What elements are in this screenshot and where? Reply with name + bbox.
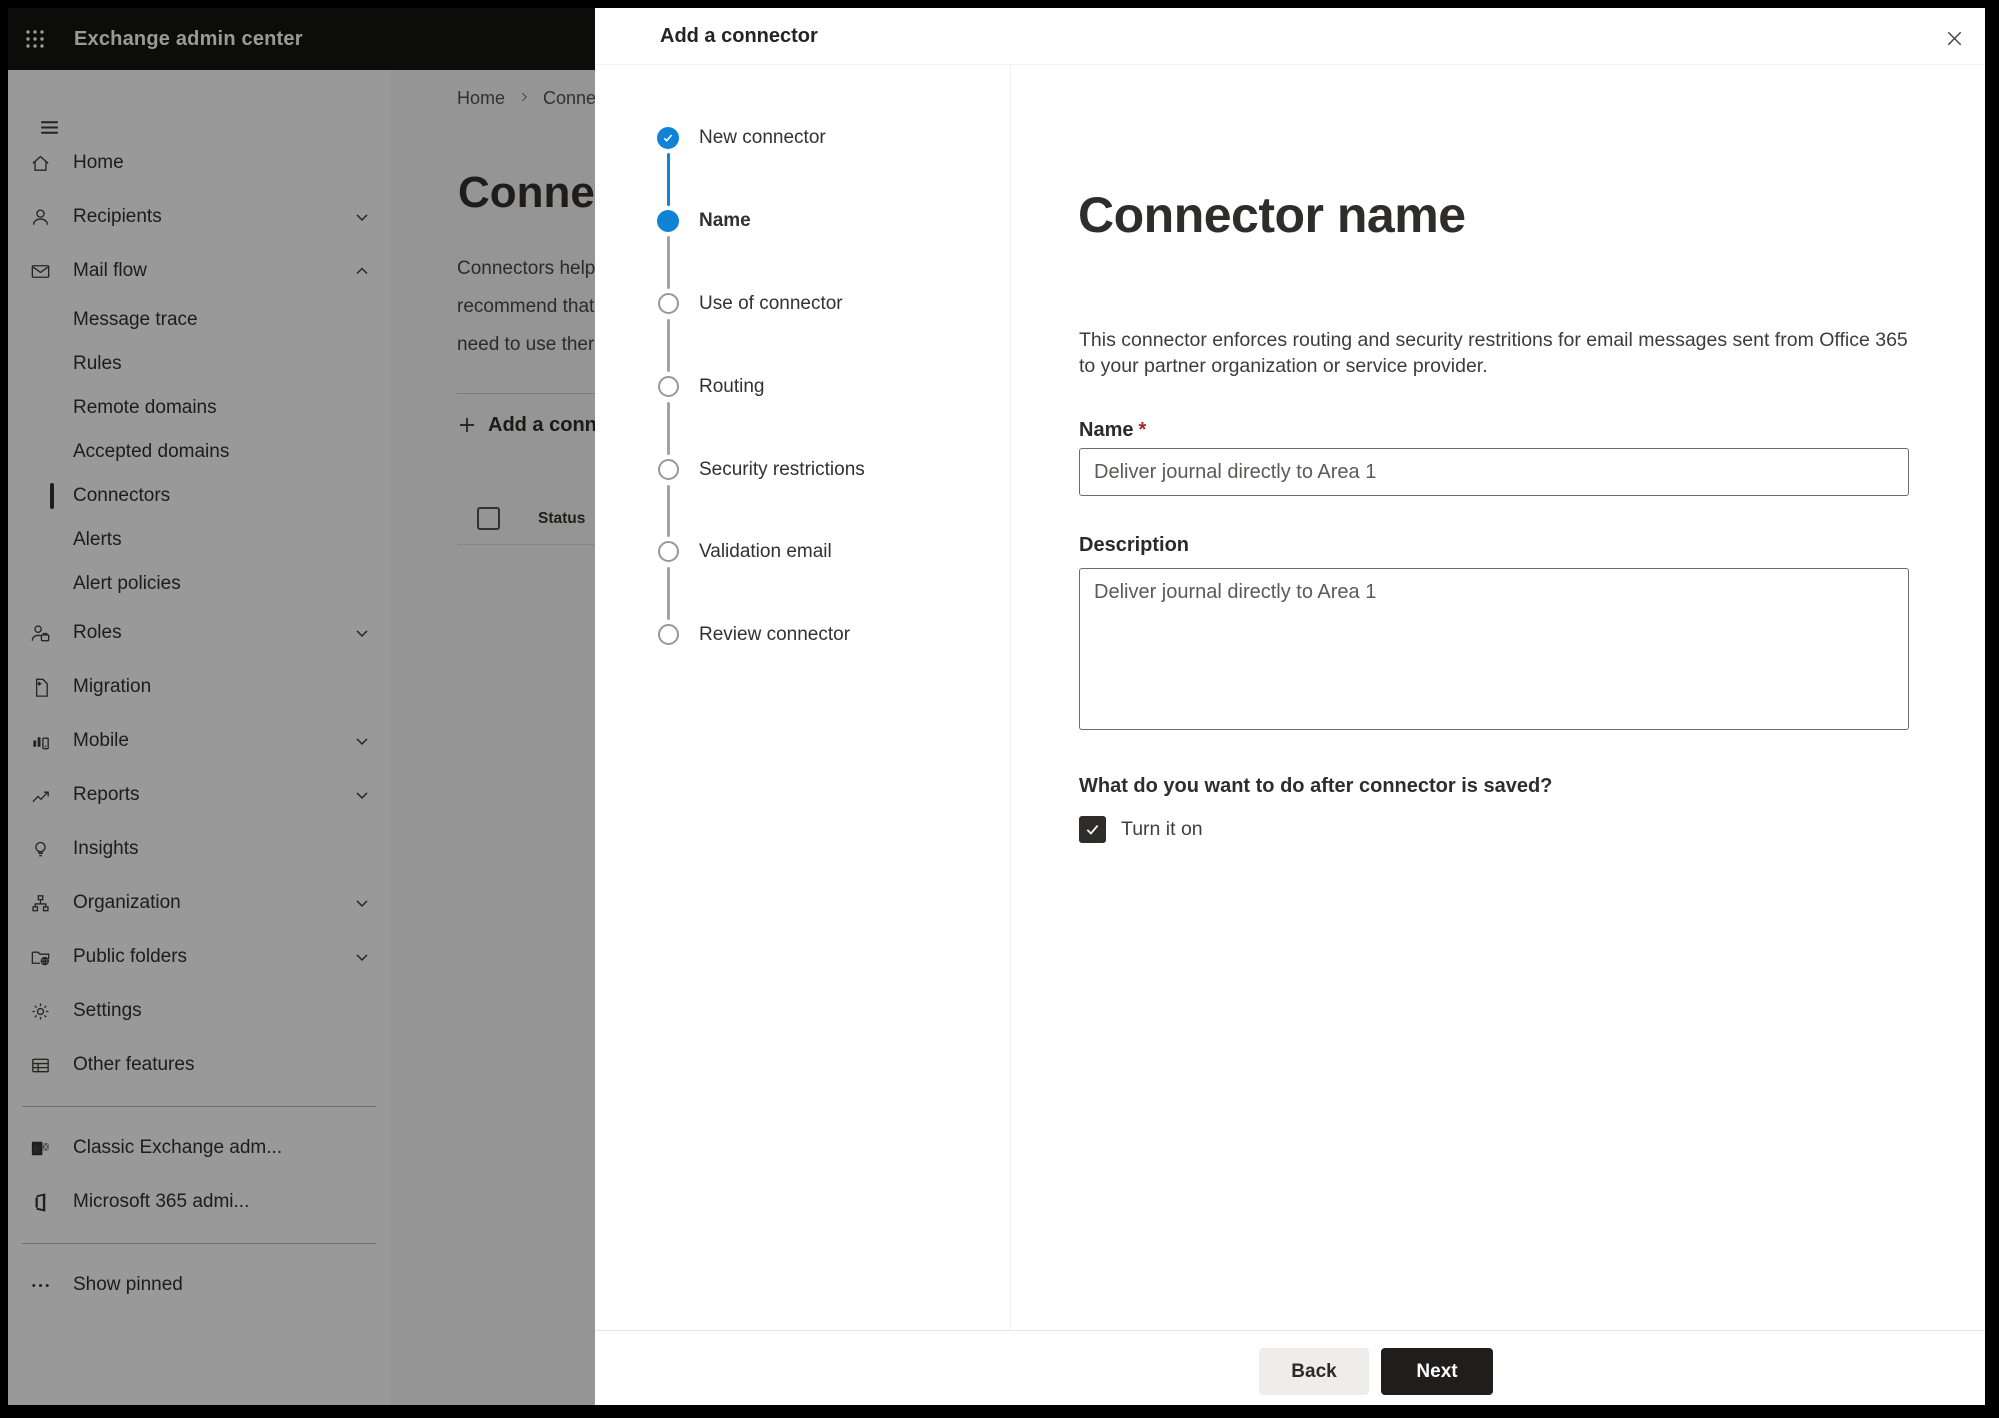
connector-description-textarea[interactable]: Deliver journal directly to Area 1 <box>1079 568 1909 730</box>
step-upcoming-icon <box>658 293 679 314</box>
back-button[interactable]: Back <box>1259 1348 1369 1395</box>
step-routing[interactable]: Routing <box>595 375 1010 399</box>
dialog-title: Add a connector <box>660 25 818 47</box>
name-field-label: Name * <box>1079 419 1147 441</box>
add-connector-dialog: Add a connector New connector Name Use o… <box>595 8 1985 1405</box>
step-review-connector[interactable]: Review connector <box>595 623 1010 647</box>
step-upcoming-icon <box>658 376 679 397</box>
step-validation-email[interactable]: Validation email <box>595 540 1010 564</box>
dialog-header: Add a connector <box>595 8 1985 65</box>
step-connector-line <box>666 485 670 537</box>
wizard-steps: New connector Name Use of connector Rout… <box>595 65 1011 1330</box>
wizard-description: This connector enforces routing and secu… <box>1079 329 1908 377</box>
step-upcoming-icon <box>658 459 679 480</box>
step-use-of-connector[interactable]: Use of connector <box>595 292 1010 316</box>
step-connector-line <box>666 319 670 372</box>
checkbox-checked-icon[interactable] <box>1079 816 1106 843</box>
step-upcoming-icon <box>658 541 679 562</box>
wizard-heading: Connector name <box>1078 187 1466 243</box>
step-security-restrictions[interactable]: Security restrictions <box>595 458 1010 482</box>
wizard-content: Connector name This connector enforces r… <box>1012 65 1985 1330</box>
description-field-label: Description <box>1079 534 1190 556</box>
step-completed-icon <box>657 127 679 149</box>
dialog-footer: Back Next <box>595 1330 1985 1405</box>
turn-it-on-checkbox-row[interactable]: Turn it on <box>1079 816 1203 843</box>
step-connector-line <box>666 153 670 206</box>
turn-it-on-label: Turn it on <box>1121 818 1203 840</box>
step-upcoming-icon <box>658 624 679 645</box>
after-save-question: What do you want to do after connector i… <box>1079 775 1553 797</box>
step-connector-line <box>666 236 670 289</box>
step-new-connector[interactable]: New connector <box>595 126 1010 150</box>
step-name[interactable]: Name <box>595 209 1010 233</box>
connector-name-input[interactable] <box>1079 448 1909 496</box>
close-icon[interactable] <box>1939 23 1969 53</box>
required-asterisk: * <box>1138 419 1147 441</box>
step-connector-line <box>666 402 670 455</box>
step-current-icon <box>657 210 679 232</box>
step-connector-line <box>666 567 670 620</box>
next-button[interactable]: Next <box>1381 1348 1493 1395</box>
screen: Exchange admin center Home Recipients Ma… <box>8 8 1985 1405</box>
